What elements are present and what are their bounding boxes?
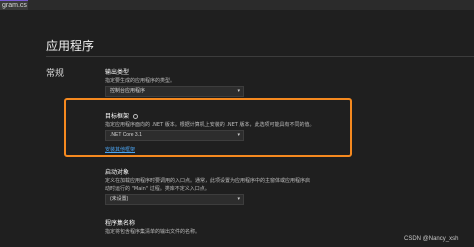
- startup-object-group: 启动对象 定义在加载应用程序时要调用的入口点。通常，此项设置为应用程序中的主窗体…: [105, 168, 310, 205]
- assembly-name-group: 程序集名称 指定将包含程序集清单的输出文件的名称。: [105, 219, 200, 236]
- info-icon[interactable]: [132, 114, 138, 119]
- chevron-down-icon: ▾: [237, 88, 240, 94]
- assembly-name-heading: 程序集名称: [105, 220, 136, 227]
- startup-object-heading: 启动对象: [105, 169, 130, 176]
- output-type-value: 控制台应用程序: [110, 88, 146, 94]
- output-type-heading: 输出类型: [105, 69, 130, 76]
- chevron-down-icon: ▾: [237, 196, 240, 202]
- tab-program-cs[interactable]: gram.cs: [0, 0, 28, 10]
- output-type-description: 指定要生成的应用程序的类型。: [105, 78, 176, 84]
- target-framework-heading: 目标框架: [105, 113, 130, 120]
- install-other-frameworks-link[interactable]: 安装其他框架: [105, 146, 314, 154]
- assembly-name-description: 指定将包含程序集清单的输出文件的名称。: [105, 229, 201, 235]
- startup-object-dropdown[interactable]: (未设置) ▾: [105, 194, 244, 205]
- target-framework-description: 指定应用程序面向的 .NET 版本。根据计算机上安装的 .NET 版本，此选项可…: [105, 122, 315, 128]
- page-title: 应用程序: [46, 39, 95, 53]
- startup-object-description-line1: 定义在加载应用程序时要调用的入口点。通常，此项设置为应用程序中的主窗体或应用程序…: [105, 178, 311, 184]
- section-general: 常规: [46, 69, 65, 79]
- output-type-group: 输出类型 指定要生成的应用程序的类型。 控制台应用程序 ▾: [105, 68, 244, 97]
- target-framework-dropdown[interactable]: .NET Core 3.1 ▾: [105, 130, 244, 141]
- startup-object-description-line2: 动时运行的 "Main" 过程。类库不定义入口点。: [105, 186, 210, 192]
- divider: [46, 56, 474, 57]
- target-framework-value: .NET Core 3.1: [110, 132, 142, 138]
- startup-object-value: (未设置): [110, 196, 129, 202]
- top-bar: gram.cs: [0, 0, 474, 10]
- output-type-dropdown[interactable]: 控制台应用程序 ▾: [105, 86, 244, 97]
- target-framework-group: 目标框架 指定应用程序面向的 .NET 版本。根据计算机上安装的 .NET 版本…: [105, 112, 314, 154]
- chevron-down-icon: ▾: [237, 132, 240, 138]
- watermark: CSDN @Nancy_xsh: [404, 236, 459, 242]
